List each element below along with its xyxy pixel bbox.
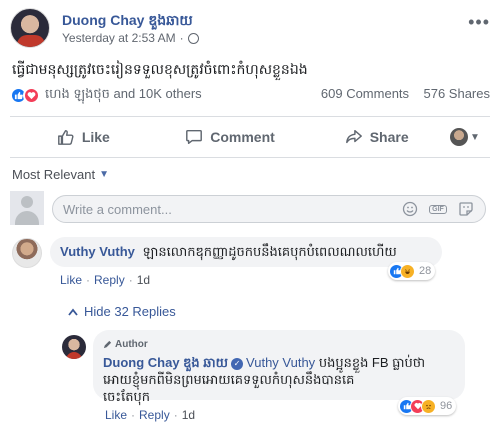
comment-bubble: Vuthy Vuthy ឡានលោកឌុកញ្ញាដូចកបនឹងគេបុកបំ…	[50, 237, 442, 267]
viewer-avatar	[450, 128, 469, 146]
chevron-down-icon: ▼	[99, 169, 109, 180]
share-button-label: Share	[369, 129, 409, 145]
shares-count[interactable]: 576 Shares	[424, 86, 491, 101]
share-arrow-icon	[345, 129, 362, 144]
chevron-down-icon: ▼	[470, 131, 480, 143]
author-badge: Author	[103, 336, 455, 353]
comment-like-link[interactable]: Like	[60, 273, 82, 287]
reply-timestamp[interactable]: 1d	[182, 408, 195, 422]
comment-timestamp[interactable]: 1d	[137, 273, 150, 287]
comment-bubble-icon	[186, 129, 203, 145]
author-badge-label: Author	[115, 339, 148, 350]
stats-counts: 609 Comments 576 Shares	[321, 86, 490, 101]
reaction-summary[interactable]: ហេង ឡុងថុច and 10K others	[10, 86, 202, 105]
post-action-bar: Like Comment Share ▼	[10, 122, 490, 152]
divider	[10, 116, 490, 117]
comments-count[interactable]: 609 Comments	[321, 86, 409, 101]
sort-label: Most Relevant	[12, 167, 96, 182]
emoji-icon[interactable]	[401, 201, 419, 217]
reply-text-line1: បងប្អូនខ្លួង FB ធ្លាប់ថា	[318, 355, 426, 370]
post-timestamp[interactable]: Yesterday at 2:53 AM	[62, 31, 176, 45]
thumbs-up-icon	[57, 129, 74, 145]
comment-reactions[interactable]: 28	[388, 262, 436, 280]
comment-actions: Like · Reply · 1d	[60, 273, 151, 287]
post-author-name[interactable]: Duong Chay ឌួង឵ឆាយ	[62, 11, 193, 32]
hide-replies-label: Hide 32 Replies	[84, 304, 176, 319]
comment-text: ឡានលោកឌុកញ្ញាដូចកបនឹងគេបុកបំពេលណលហើយ	[142, 244, 397, 259]
haha-reaction-icon	[400, 263, 415, 279]
comment-button[interactable]: Comment	[157, 128, 304, 146]
globe-icon	[187, 32, 199, 44]
post-stats: ហេង ឡុងថុច and 10K others 609 Comments 5…	[10, 86, 490, 106]
comment-sort-dropdown[interactable]: Most Relevant ▼	[12, 167, 109, 182]
reply-author-avatar[interactable]	[62, 335, 86, 359]
post-as-selector[interactable]: ▼	[450, 128, 490, 146]
meta-separator: ·	[179, 31, 184, 45]
reply-reactions[interactable]: 96	[398, 397, 457, 415]
post-meta: Yesterday at 2:53 AM ·	[62, 31, 199, 45]
like-button-label: Like	[81, 129, 110, 145]
more-options-icon[interactable]: •••	[468, 12, 490, 33]
gif-icon[interactable]: GIF	[429, 201, 447, 217]
reply-mention[interactable]: Vuthy Vuthy	[246, 355, 315, 370]
reactions-text[interactable]: ហេង ឡុងថុច and 10K others	[45, 86, 202, 105]
commenter-avatar[interactable]	[12, 238, 42, 268]
like-button[interactable]: Like	[10, 128, 157, 146]
comment-reaction-count: 28	[419, 265, 432, 277]
gif-label: GIF	[429, 204, 447, 214]
composer-icons: GIF	[401, 201, 475, 217]
hide-replies-toggle[interactable]: Hide 32 Replies	[68, 304, 176, 319]
verified-check-icon: ✓	[231, 357, 244, 370]
comment-reply-link[interactable]: Reply	[94, 273, 125, 287]
reply-reply-link[interactable]: Reply	[139, 408, 170, 422]
reply-bubble: Author Duong Chay ឌួង ឆាយ ✓ Vuthy Vuthy បង…	[93, 330, 465, 404]
comment-button-label: Comment	[210, 129, 275, 145]
share-button[interactable]: Share	[303, 128, 450, 146]
chevron-up-icon	[68, 308, 78, 316]
sticker-icon[interactable]	[457, 201, 475, 217]
sad-reaction-icon	[421, 398, 436, 414]
reply-actions: Like · Reply · 1d	[105, 408, 196, 422]
reply-author[interactable]: Duong Chay ឌួង ឆាយ	[103, 355, 228, 370]
pen-icon	[103, 340, 112, 349]
reply-like-link[interactable]: Like	[105, 408, 127, 422]
author-avatar[interactable]	[10, 8, 50, 48]
comment-composer[interactable]: GIF	[52, 195, 486, 223]
post-header: Duong Chay ឌួង឵ឆាយ Yesterday at 2:53 AM …	[10, 8, 490, 50]
comment-author[interactable]: Vuthy Vuthy	[60, 244, 135, 259]
reply-text-line2: អោយខ្ញុំមកពីមិនព្រមអោយគេទទួលកំហុសនឹងបានគ…	[103, 372, 355, 387]
post-text: ធ្វើជាមនុស្សត្រូវចេះរៀនទទួលខុសត្រូវចំពោះ…	[12, 61, 308, 77]
love-reaction-icon	[23, 87, 40, 104]
divider	[10, 157, 490, 158]
viewer-avatar	[10, 191, 44, 225]
comment-input[interactable]	[53, 196, 383, 222]
reply-reaction-count: 96	[440, 400, 453, 412]
